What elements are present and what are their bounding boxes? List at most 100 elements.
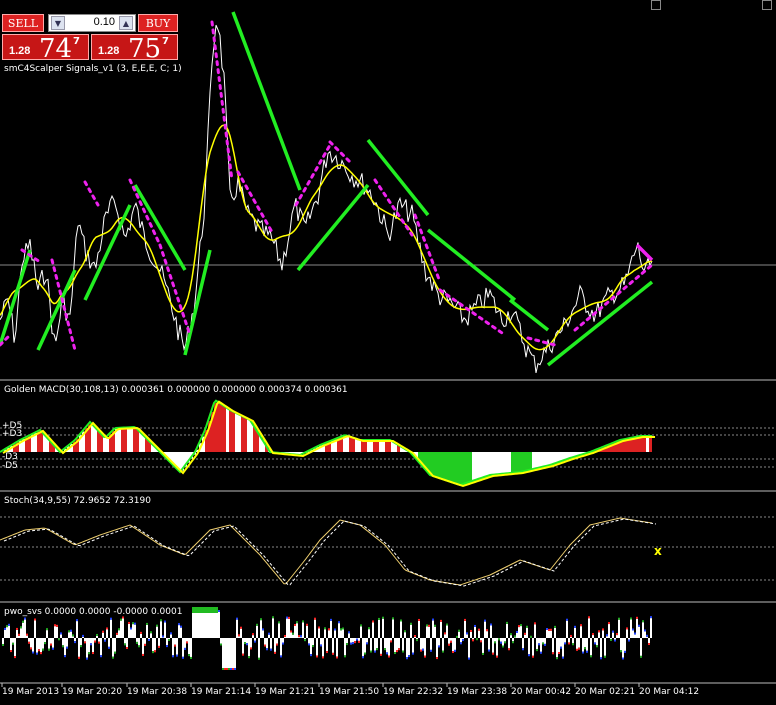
pwo-histogram-bar xyxy=(576,638,578,649)
lot-size-input[interactable]: ▼ 0.10 ▲ xyxy=(48,14,136,32)
pwo-histogram-bar xyxy=(460,638,462,643)
pwo-edge-mark xyxy=(28,641,30,644)
pwo-histogram-bar xyxy=(630,619,632,638)
pwo-edge-mark xyxy=(456,635,458,638)
pwo-histogram-bar xyxy=(230,638,232,668)
pwo-histogram-bar xyxy=(16,629,18,638)
pwo-edge-mark xyxy=(116,632,118,635)
pwo-histogram-bar xyxy=(136,638,138,642)
macd-histogram-bar xyxy=(487,452,490,476)
pwo-histogram-bar xyxy=(252,635,254,638)
pwo-histogram-bar xyxy=(154,638,156,651)
pwo-histogram-bar xyxy=(28,638,30,642)
pwo-edge-mark xyxy=(256,623,258,626)
pwo-histogram-bar xyxy=(582,638,584,652)
macd-histogram-bar xyxy=(460,452,463,485)
pwo-histogram-bar xyxy=(90,638,92,644)
pwo-edge-mark xyxy=(124,643,126,646)
pwo-edge-mark xyxy=(134,622,136,625)
pwo-edge-mark xyxy=(640,655,642,658)
pwo-edge-mark xyxy=(408,655,410,658)
pwo-edge-mark xyxy=(250,647,252,650)
pwo-edge-mark xyxy=(454,649,456,652)
pwo-edge-mark xyxy=(394,652,396,655)
pwo-histogram-bar xyxy=(432,620,434,638)
macd-histogram-bar xyxy=(451,452,454,482)
pwo-histogram-bar xyxy=(110,619,112,638)
pwo-histogram-bar xyxy=(464,620,466,638)
pwo-edge-mark xyxy=(184,647,186,650)
pwo-edge-mark xyxy=(170,632,172,635)
pwo-histogram-bar xyxy=(244,638,246,643)
pwo-edge-mark xyxy=(296,621,298,624)
lot-stepper-icon[interactable]: ▲ xyxy=(119,16,133,30)
pwo-edge-mark xyxy=(422,648,424,651)
pwo-histogram-bar xyxy=(640,638,642,656)
pwo-histogram-bar xyxy=(232,638,234,668)
pwo-histogram-bar xyxy=(600,638,602,658)
pwo-histogram-bar xyxy=(382,618,384,638)
pwo-edge-mark xyxy=(284,634,286,637)
pwo-histogram-bar xyxy=(208,612,210,638)
sell-quote[interactable]: 1.28 74 7 xyxy=(2,34,89,64)
pwo-histogram-bar xyxy=(224,638,226,668)
pwo-edge-mark xyxy=(624,650,626,653)
pwo-edge-mark xyxy=(306,623,308,626)
sell-button[interactable]: SELL xyxy=(2,14,44,32)
pwo-histogram-bar xyxy=(378,619,380,638)
lot-dropdown-arrow-icon[interactable]: ▼ xyxy=(51,16,65,30)
pwo-histogram-bar xyxy=(580,626,582,638)
pwo-histogram-bar xyxy=(218,612,220,638)
window-control-icon[interactable] xyxy=(651,0,661,10)
pwo-edge-mark xyxy=(610,638,612,641)
pwo-histogram-bar xyxy=(512,638,514,642)
pwo-edge-mark xyxy=(596,645,598,648)
pwo-edge-mark xyxy=(474,624,476,627)
macd-histogram-bar xyxy=(247,418,250,452)
pwo-histogram-bar xyxy=(104,638,106,640)
pwo-histogram-bar xyxy=(304,638,306,640)
pwo-edge-mark xyxy=(522,648,524,651)
pwo-histogram-bar xyxy=(324,629,326,638)
window-control-icon[interactable] xyxy=(762,0,772,10)
pwo-histogram-bar xyxy=(390,638,392,641)
pwo-edge-mark xyxy=(616,633,618,636)
pwo-histogram-bar xyxy=(410,624,412,638)
pwo-histogram-bar xyxy=(326,638,328,652)
pwo-edge-mark xyxy=(324,627,326,630)
pwo-edge-mark xyxy=(240,626,242,629)
pwo-edge-mark xyxy=(396,650,398,653)
pwo-edge-mark xyxy=(354,641,356,644)
pwo-histogram-bar xyxy=(264,638,266,645)
pwo-edge-mark xyxy=(120,618,122,621)
pwo-histogram-bar xyxy=(120,620,122,638)
buy-quote[interactable]: 1.28 75 7 xyxy=(91,34,178,64)
macd-histogram-bar xyxy=(232,411,235,452)
pwo-edge-mark xyxy=(352,642,354,645)
pwo-edge-mark xyxy=(448,643,450,646)
pwo-edge-mark xyxy=(30,647,32,650)
bear-signal-trail xyxy=(83,180,100,207)
pwo-histogram-bar xyxy=(338,623,340,638)
pwo-histogram-bar xyxy=(384,638,386,649)
pwo-edge-mark xyxy=(232,668,234,670)
macd-histogram-bar xyxy=(475,452,478,480)
pwo-histogram-bar xyxy=(422,638,424,649)
macd-histogram-bar xyxy=(478,452,481,479)
pwo-edge-mark xyxy=(300,635,302,638)
pwo-histogram-bar xyxy=(400,621,402,638)
pwo-edge-mark xyxy=(370,650,372,653)
pwo-histogram-bar xyxy=(514,637,516,638)
pwo-histogram-bar xyxy=(316,638,318,656)
pwo-edge-mark xyxy=(76,619,78,622)
pwo-edge-mark xyxy=(334,628,336,631)
pwo-histogram-bar xyxy=(30,638,32,648)
pwo-histogram-bar xyxy=(158,638,160,646)
pwo-histogram-bar xyxy=(226,638,228,668)
buy-button[interactable]: BUY xyxy=(138,14,178,32)
pwo-edge-mark xyxy=(172,655,174,658)
pwo-histogram-bar xyxy=(166,638,168,646)
pwo-edge-mark xyxy=(64,655,66,658)
bull-signal-trail xyxy=(508,298,550,332)
macd-histogram-bar xyxy=(454,452,457,483)
